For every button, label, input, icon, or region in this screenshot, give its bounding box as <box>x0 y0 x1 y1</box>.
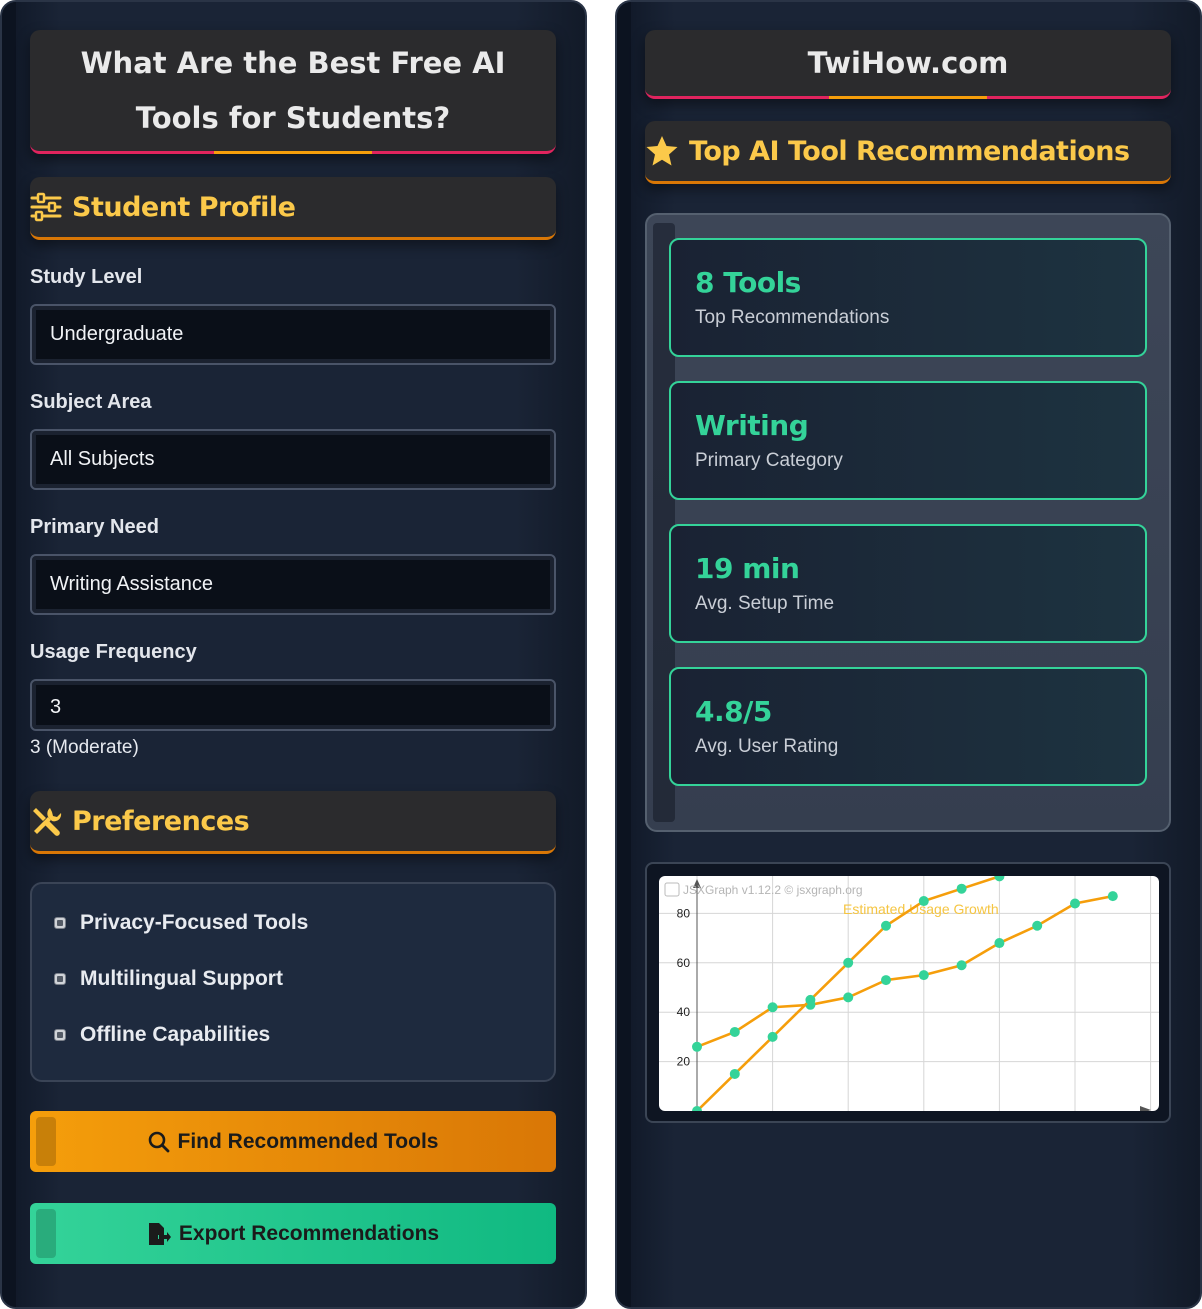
study-level-select[interactable]: Undergraduate <box>30 304 556 365</box>
page-title-text: What Are the Best Free AI Tools for Stud… <box>80 45 506 135</box>
x-axis-arrow <box>1140 1106 1151 1111</box>
y-tick-label: 60 <box>677 956 691 970</box>
data-point <box>1070 898 1080 909</box>
find-tools-button[interactable]: Find Recommended Tools <box>30 1111 556 1172</box>
study-level-value: Undergraduate <box>50 323 184 345</box>
y-tick-label: 80 <box>677 906 691 920</box>
find-tools-label: Find Recommended Tools <box>177 1129 439 1153</box>
subject-area-value: All Subjects <box>50 448 155 470</box>
stat-card-setup: 19 min Avg. Setup Time <box>669 524 1147 643</box>
export-button[interactable]: Export Recommendations <box>30 1203 556 1264</box>
data-point <box>767 1031 778 1042</box>
stat-card-rating: 4.8/5 Avg. User Rating <box>669 667 1147 786</box>
data-point <box>881 975 891 986</box>
preferences-box: Privacy-Focused Tools Multilingual Suppo… <box>30 882 556 1082</box>
primary-need-value: Writing Assistance <box>50 573 214 595</box>
tools-icon <box>33 808 62 836</box>
privacy-checkbox[interactable] <box>54 917 66 929</box>
chart-board[interactable]: 20 40 60 80 JSXGraph v1.12.2 © jsxgraph.org E… <box>659 876 1159 1111</box>
usage-frequency-label: Usage Frequency <box>30 641 197 663</box>
page-title: What Are the Best Free AI Tools for Stud… <box>30 30 556 154</box>
student-profile-heading: Student Profile <box>30 177 556 240</box>
offline-checkbox[interactable] <box>54 1029 66 1041</box>
primary-need-label: Primary Need <box>30 516 159 538</box>
file-export-icon <box>148 1222 171 1245</box>
data-point <box>843 957 854 968</box>
pref-multilingual[interactable]: Multilingual Support <box>54 967 283 991</box>
offline-label: Offline Capabilities <box>80 1023 271 1046</box>
stat-card-tools: 8 Tools Top Recommendations <box>669 238 1147 357</box>
data-point <box>994 938 1005 949</box>
multilingual-checkbox[interactable] <box>54 973 66 985</box>
data-point <box>843 992 854 1003</box>
privacy-label: Privacy-Focused Tools <box>80 911 309 934</box>
usage-growth-chart: 20406080JSXGraph v1.12.2 © jsxgraph.orgE… <box>659 876 1159 1111</box>
y-tick-label: 40 <box>677 1005 691 1019</box>
button-notch <box>36 1209 56 1258</box>
preferences-label: Preferences <box>72 805 250 837</box>
usage-frequency-readout: 3 (Moderate) <box>30 737 139 758</box>
panel-edge <box>2 2 16 1307</box>
sliders-icon <box>30 192 62 222</box>
data-point <box>918 896 929 907</box>
search-icon <box>148 1131 169 1152</box>
preferences-heading: Preferences <box>30 791 556 854</box>
usage-frequency-value: 3 <box>50 696 62 718</box>
data-point <box>1032 920 1043 931</box>
export-label: Export Recommendations <box>178 1221 440 1245</box>
data-point <box>881 920 891 931</box>
stat-label: Avg. User Rating <box>695 736 839 757</box>
data-point <box>729 1068 740 1079</box>
usage-frequency-input[interactable]: 3 <box>30 679 556 731</box>
data-point <box>956 960 967 971</box>
data-point <box>918 970 929 981</box>
data-point <box>956 883 967 894</box>
study-level-label: Study Level <box>30 266 143 288</box>
data-point <box>805 994 816 1005</box>
subject-area-select[interactable]: All Subjects <box>30 429 556 490</box>
jsxgraph-logo-icon <box>664 882 680 897</box>
data-point <box>1107 891 1118 902</box>
stat-value: 4.8/5 <box>695 695 772 728</box>
button-notch <box>36 1117 56 1166</box>
primary-need-select[interactable]: Writing Assistance <box>30 554 556 615</box>
stat-value: 19 min <box>695 552 800 585</box>
pref-offline[interactable]: Offline Capabilities <box>54 1023 270 1047</box>
panel-edge <box>617 2 631 1307</box>
multilingual-label: Multilingual Support <box>80 967 283 990</box>
site-title-text: TwiHow.com <box>807 46 1009 80</box>
series-line-0 <box>696 894 1114 1048</box>
stat-value: 8 Tools <box>695 266 801 299</box>
student-profile-label: Student Profile <box>72 191 296 223</box>
y-tick-label: 20 <box>677 1055 691 1069</box>
recommendations-heading: Top AI Tool Recommendations <box>645 121 1171 184</box>
pref-privacy[interactable]: Privacy-Focused Tools <box>54 911 308 935</box>
stat-card-category: Writing Primary Category <box>669 381 1147 500</box>
stat-label: Avg. Setup Time <box>695 593 835 614</box>
site-title: TwiHow.com <box>645 30 1171 99</box>
data-point <box>994 876 1005 882</box>
star-icon <box>646 136 678 166</box>
subject-area-label: Subject Area <box>30 391 152 413</box>
chart-frame: 20 40 60 80 JSXGraph v1.12.2 © jsxgraph.org E… <box>645 862 1171 1123</box>
data-point <box>767 1002 778 1013</box>
recommendations-label: Top AI Tool Recommendations <box>689 135 1130 167</box>
chart-watermark: JSXGraph v1.12.2 © jsxgraph.org <box>683 883 863 897</box>
stat-label: Top Recommendations <box>695 307 890 328</box>
data-point <box>729 1026 740 1037</box>
stat-value: Writing <box>695 409 809 442</box>
stat-label: Primary Category <box>695 450 843 471</box>
data-point <box>692 1041 702 1052</box>
